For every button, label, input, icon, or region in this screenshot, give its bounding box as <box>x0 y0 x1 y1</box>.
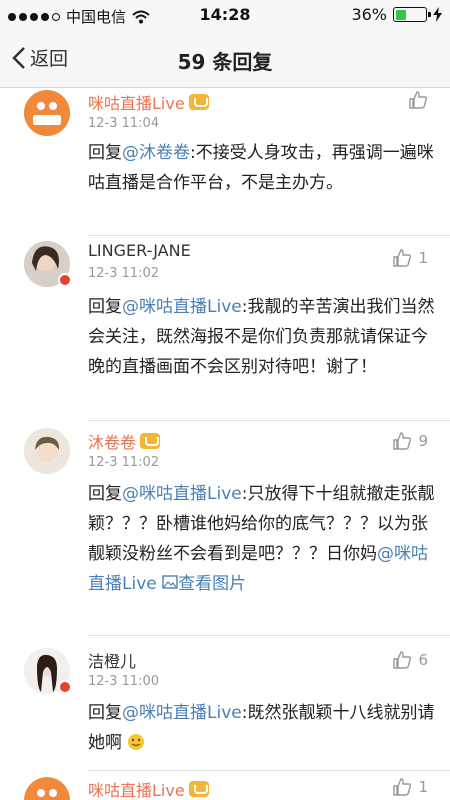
timestamp: 12-3 11:02 <box>88 455 160 470</box>
thumbs-up-icon <box>393 651 412 669</box>
reply-text: 回复@咪咕直播Live:既然张靓颖十八线就别请她啊 <box>88 703 435 753</box>
navigation-bar: 返回 59 条回复 <box>0 30 450 88</box>
like-button[interactable] <box>408 90 428 110</box>
page-title: 59 条回复 <box>177 50 273 74</box>
migu-logo-icon <box>24 90 70 136</box>
user-photo-icon <box>24 428 70 474</box>
status-bar: 中国电信 14:28 36% <box>0 0 450 30</box>
username[interactable]: 咪咕直播Live <box>88 90 209 114</box>
like-count: 1 <box>418 778 428 796</box>
reply-item[interactable]: LINGER-JANE 12-3 11:02 1 回复@咪咕直播Live:我靓的… <box>0 236 450 421</box>
avatar[interactable] <box>24 777 70 800</box>
avatar[interactable] <box>24 90 70 136</box>
view-image-link[interactable]: 查看图片 <box>162 574 246 594</box>
like-button[interactable]: 1 <box>392 248 428 268</box>
thumbs-up-icon <box>393 249 412 267</box>
reply-text: 回复@沐卷卷:不接受人身攻击，再强调一遍咪咕直播是合作平台，不是主办方。 <box>88 143 434 193</box>
reply-list[interactable]: 咪咕直播Live 12-3 11:04 回复@沐卷卷:不接受人身攻击，再强调一遍… <box>0 88 450 800</box>
charging-icon <box>433 7 442 22</box>
verified-badge-icon <box>58 680 72 694</box>
mention-link[interactable]: @咪咕直播Live <box>122 297 242 317</box>
vip-crown-icon <box>188 781 209 797</box>
battery-group: 36% <box>351 5 442 24</box>
reply-item[interactable]: 洁橙儿 12-3 11:00 6 回复@咪咕直播Live:既然张靓颖十八线就别请… <box>0 636 450 771</box>
verified-badge-icon <box>58 273 72 287</box>
smile-emoji-icon <box>128 734 145 750</box>
reply-text: 回复@咪咕直播Live:我靓的辛苦演出我们当然会关注，既然海报不是你们负责那就请… <box>88 297 435 377</box>
avatar[interactable] <box>24 428 70 474</box>
thumbs-up-icon <box>393 432 412 450</box>
username[interactable]: 洁橙儿 <box>88 648 136 672</box>
vip-crown-icon <box>140 433 161 449</box>
mention-link[interactable]: @沐卷卷 <box>122 143 190 163</box>
vip-crown-icon <box>188 94 209 110</box>
like-count: 6 <box>418 651 428 669</box>
username[interactable]: 咪咕直播Live <box>88 777 209 800</box>
migu-logo-icon <box>24 777 70 800</box>
timestamp: 12-3 11:02 <box>88 266 160 281</box>
reply-item[interactable]: 咪咕直播Live 12-3 11:04 回复@沐卷卷:不接受人身攻击，再强调一遍… <box>0 88 450 243</box>
like-button[interactable]: 9 <box>392 431 428 451</box>
battery-percent: 36% <box>351 5 387 24</box>
timestamp: 12-3 11:04 <box>88 116 160 131</box>
like-count: 1 <box>418 249 428 267</box>
reply-item[interactable]: 咪咕直播Live 1 <box>0 771 450 800</box>
reply-item[interactable]: 沐卷卷 12-3 11:02 9 回复@咪咕直播Live:只放得下十组就撤走张靓… <box>0 421 450 636</box>
battery-icon <box>393 7 431 22</box>
reply-text: 回复@咪咕直播Live:只放得下十组就撤走张靓颖？？？卧槽谁他妈给你的底气？？？… <box>88 484 435 594</box>
username[interactable]: 沐卷卷 <box>88 429 161 453</box>
thumbs-up-icon <box>409 91 428 109</box>
mention-link[interactable]: @咪咕直播Live <box>122 703 242 723</box>
image-icon <box>162 575 178 589</box>
mention-link[interactable]: @咪咕直播Live <box>122 484 242 504</box>
like-button[interactable]: 6 <box>392 650 428 670</box>
thumbs-up-icon <box>393 778 412 796</box>
like-count: 9 <box>418 432 428 450</box>
username[interactable]: LINGER-JANE <box>88 241 191 260</box>
like-button[interactable]: 1 <box>392 777 428 797</box>
timestamp: 12-3 11:00 <box>88 674 160 689</box>
